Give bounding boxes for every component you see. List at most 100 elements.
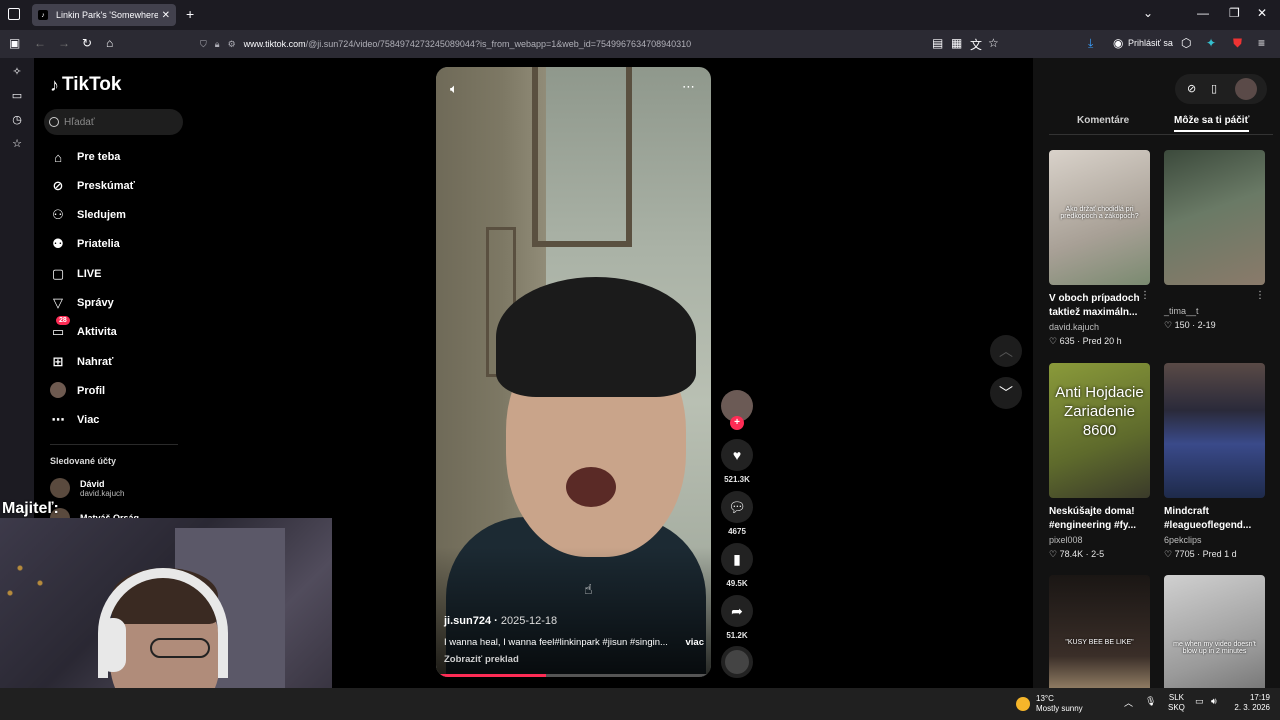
adblock-icon[interactable]: ⛊ (1233, 36, 1242, 51)
forward-icon[interactable]: → (58, 36, 70, 50)
weather-widget[interactable]: 13°C Mostly sunny (1016, 694, 1083, 714)
share-count: 51.2K (726, 631, 748, 640)
nav-item-live[interactable]: ▢ LIVE (49, 264, 102, 284)
nav-item-friends[interactable]: ⚉ Priatelia (49, 234, 120, 254)
card-author[interactable]: david.kajuch (1049, 322, 1150, 332)
video-card[interactable]: Anti Hojdacie Zariadenie 8600 Neskúšajte… (1049, 363, 1150, 560)
reload-icon[interactable]: ↻ (82, 36, 92, 50)
home-icon[interactable]: ⌂ (106, 36, 113, 50)
video-thumbnail[interactable]: Anti Hojdacie Zariadenie 8600 (1049, 363, 1150, 498)
home-icon: ⌂ (54, 149, 62, 165)
follow-plus-icon[interactable]: + (730, 416, 744, 430)
screenshot-icon[interactable]: ▦ (951, 36, 962, 50)
nav-item-explore[interactable]: ⊘ Preskúmať (49, 176, 135, 196)
sidebar-toggle-icon[interactable]: ▣ (9, 36, 20, 50)
microphone-icon[interactable]: 🎙︎ (1145, 696, 1156, 707)
card-author[interactable]: _tima__t (1164, 306, 1265, 316)
share-action[interactable]: ➦ 51.2K (721, 595, 753, 640)
music-disc-icon[interactable] (721, 646, 753, 678)
device-icon[interactable]: ▯ (1211, 82, 1217, 95)
close-window-icon[interactable]: ✕ (1257, 6, 1267, 20)
author-username[interactable]: ji.sun724 (444, 615, 491, 627)
video-player[interactable]: 🔈︎ ⋯ ji.sun724 · 2025-12-18 I wanna heal… (436, 67, 711, 677)
video-thumbnail[interactable] (1164, 150, 1265, 285)
tab-you-may-like[interactable]: Môže sa ti páčiť (1174, 115, 1250, 132)
menu-icon[interactable]: ≡ (1258, 36, 1265, 50)
video-thumbnail[interactable]: Ako držať chodidlá pri predkopoch a záko… (1049, 150, 1150, 285)
back-icon[interactable]: ← (34, 36, 46, 50)
more-link[interactable]: viac (686, 637, 705, 648)
card-title[interactable]: Mindcraft #leagueoflegend... (1164, 505, 1265, 533)
comment-action[interactable]: 💬︎ 4675 (721, 491, 753, 536)
ai-chat-icon[interactable]: ✧ (11, 66, 23, 78)
synced-tabs-icon[interactable]: ▭ (11, 90, 23, 102)
more-options-icon[interactable]: ⋯ (682, 79, 695, 95)
extensions-icon[interactable]: ⬡ (1181, 36, 1191, 50)
tab-comments[interactable]: Komentáre (1077, 115, 1129, 126)
minimize-icon[interactable]: — (1197, 6, 1209, 20)
like-action[interactable]: ♥ 521.3K (721, 439, 753, 484)
tray-expand-icon[interactable]: ︿ (1124, 696, 1133, 709)
followed-account[interactable]: Dávid david.kajuch (50, 478, 124, 498)
downloads-icon[interactable]: ⤓ (1088, 36, 1093, 51)
video-thumbnail[interactable] (1164, 363, 1265, 498)
tab-list-icon[interactable] (8, 8, 20, 20)
volume-icon[interactable]: 🔈︎ (450, 81, 458, 97)
tiktok-logo[interactable]: ♪ TikTok (50, 74, 121, 96)
shield-icon[interactable]: ⛉ (200, 39, 207, 50)
extension-icon[interactable]: ✦ (1206, 36, 1216, 50)
language-indicator[interactable]: SLK SKQ (1168, 693, 1185, 713)
account-icon[interactable]: ◉ (1113, 36, 1123, 50)
translate-icon[interactable]: 文 (970, 36, 982, 53)
lock-icon[interactable]: 🔒︎ (215, 39, 220, 50)
video-card[interactable]: Mindcraft #leagueoflegend... 6pekclips ♡… (1164, 363, 1265, 560)
volume-icon[interactable]: 🔊︎ (1211, 696, 1217, 707)
browser-tab[interactable]: ♪ Linkin Park's 'Somewhere I ✕ (32, 4, 176, 26)
maximize-icon[interactable]: ❐ (1229, 6, 1240, 20)
video-progress-bar[interactable] (436, 674, 711, 677)
nav-item-activity[interactable]: ▭ 28 Aktivita (49, 316, 117, 342)
card-title[interactable]: Neskúšajte doma! #engineering #fy... (1049, 505, 1150, 533)
permissions-icon[interactable]: ⚙ (228, 39, 236, 50)
clock[interactable]: 17:19 2. 3. 2026 (1232, 693, 1270, 713)
previous-video-button[interactable]: ︿ (990, 335, 1022, 367)
nav-label: Správy (77, 297, 114, 309)
close-tab-icon[interactable]: ✕ (162, 10, 170, 21)
video-card[interactable]: ⋮ _tima__t ♡ 150 · 2-19 (1164, 150, 1265, 331)
bookmark-star-icon[interactable]: ☆ (988, 36, 999, 50)
card-menu-icon[interactable]: ⋮ (1140, 290, 1150, 301)
search-input[interactable]: Hľadať (44, 109, 183, 135)
comment-icon[interactable]: 💬︎ (721, 491, 753, 523)
history-icon[interactable]: ◷ (11, 114, 23, 126)
share-icon[interactable]: ➦ (721, 595, 753, 627)
next-video-button[interactable]: ﹀ (990, 377, 1022, 409)
nav-item-for-you[interactable]: ⌂ Pre teba (49, 147, 120, 167)
translate-link[interactable]: Zobraziť preklad (444, 654, 519, 665)
nav-item-profile[interactable]: Profil (49, 381, 105, 401)
tab-overflow-icon[interactable]: ⌄ (1143, 6, 1153, 20)
url-bar[interactable]: ⛉ 🔒︎ ⚙ www.tiktok.com /@ji.sun724/video/… (200, 33, 1010, 55)
reader-view-icon[interactable]: ▤ (932, 36, 943, 50)
card-menu-icon[interactable]: ⋮ (1255, 290, 1265, 301)
card-title[interactable]: V oboch prípadoch taktiež maximáln... (1049, 292, 1150, 320)
nav-item-upload[interactable]: ⊞ Nahrať (49, 352, 114, 372)
nav-item-more[interactable]: ⋯ Viac (49, 410, 100, 430)
video-card[interactable]: Ako držať chodidlá pri predkopoch a záko… (1049, 150, 1150, 347)
signin-button[interactable]: Prihlásiť sa (1128, 38, 1173, 48)
video-author[interactable]: ji.sun724 · 2025-12-18 (444, 615, 557, 627)
bookmarks-icon[interactable]: ☆ (11, 138, 23, 150)
following-icon: ⚇ (52, 207, 64, 222)
nav-item-messages[interactable]: ▽ Správy (49, 293, 114, 313)
new-tab-button[interactable]: + (186, 6, 194, 22)
user-avatar[interactable] (1235, 78, 1257, 100)
explore-icon[interactable]: ⊘ (1187, 82, 1196, 95)
heart-icon[interactable]: ♥ (721, 439, 753, 471)
nav-label: Pre teba (77, 151, 121, 163)
nav-label: Sledujem (77, 209, 126, 221)
card-author[interactable]: pixel008 (1049, 535, 1150, 545)
card-author[interactable]: 6pekclips (1164, 535, 1265, 545)
bookmark-icon[interactable]: ▮ (721, 543, 753, 575)
nav-item-following[interactable]: ⚇ Sledujem (49, 205, 126, 225)
network-icon[interactable]: ▭ (1195, 696, 1204, 707)
save-action[interactable]: ▮ 49.5K (721, 543, 753, 588)
